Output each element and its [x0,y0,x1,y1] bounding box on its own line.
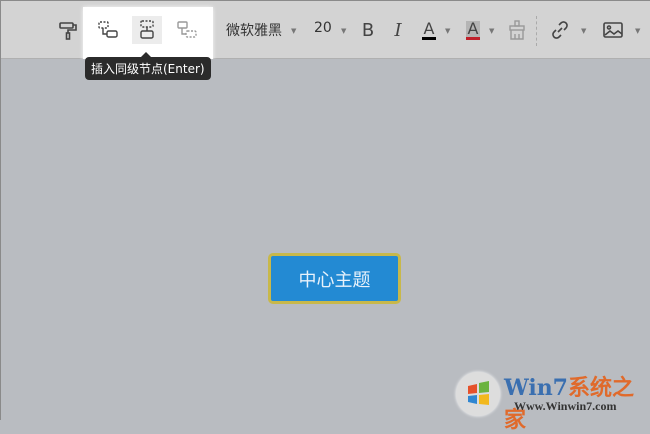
sibling-node-icon [140,20,154,39]
font-family-select[interactable]: 微软雅黑 [226,20,282,40]
bold-button[interactable]: B [353,16,383,44]
insert-parent-node-button[interactable] [172,16,202,44]
parent-node-icon [177,21,197,38]
image-button[interactable] [598,16,628,44]
highlight-caret-icon[interactable]: ▼ [489,27,494,35]
image-caret-icon[interactable]: ▼ [635,27,640,35]
highlight-color-icon: A [465,18,481,38]
font-size-select[interactable]: 20 [314,20,332,36]
font-color-icon: A [423,18,435,38]
font-size-caret-icon[interactable]: ▼ [341,27,346,35]
watermark-url: Www.Winwin7.com [514,399,617,413]
link-icon [552,21,568,39]
windows-logo-icon [456,372,500,416]
highlight-color-button[interactable]: A [458,16,488,44]
font-family-caret-icon[interactable]: ▼ [291,27,296,35]
format-painter-button[interactable] [53,16,83,44]
italic-button[interactable]: I [383,16,413,44]
brush-icon [509,20,525,40]
insert-sibling-node-button[interactable] [132,16,162,44]
bold-icon: B [361,19,375,41]
link-button[interactable] [545,16,575,44]
image-icon [603,22,623,38]
insert-child-node-button[interactable] [93,16,123,44]
italic-icon: I [394,19,402,41]
child-node-icon [98,21,118,38]
watermark: Win7系统之家 Www.Winwin7.com [456,366,646,433]
central-topic-node[interactable]: 中心主题 [268,253,401,304]
link-caret-icon[interactable]: ▼ [581,27,586,35]
clear-format-button[interactable] [502,16,532,44]
font-color-button[interactable]: A [414,16,444,44]
toolbar-divider [536,16,537,46]
toolbar: 微软雅黑 ▼ 20 ▼ B I A ▼ A ▼ ▼ ▼ [1,1,650,83]
tooltip: 插入同级节点(Enter) [85,52,211,80]
paint-roller-icon [59,22,77,40]
font-color-caret-icon[interactable]: ▼ [445,27,450,35]
